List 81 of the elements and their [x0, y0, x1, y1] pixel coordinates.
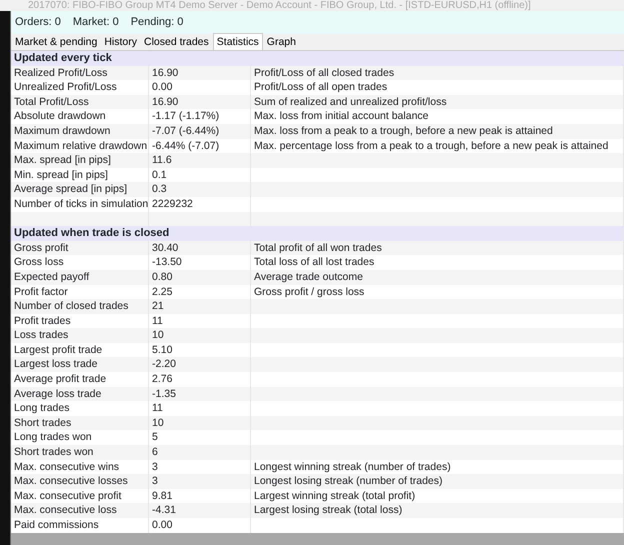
stat-description: Largest winning streak (total profit)	[254, 490, 416, 502]
stat-value: -1.17 (-1.17%)	[152, 110, 220, 122]
stat-description: Profit/Loss of all closed trades	[254, 66, 394, 79]
stat-label: Average profit trade	[14, 373, 106, 386]
stat-value: 5.10	[152, 344, 172, 356]
stat-value: 11.6	[152, 154, 172, 166]
background-window-title: 2017070: FIBO-FIBO Group MT4 Demo Server - Demo Account - FIBO Group, Ltd. - [ISTD-EURUSD,H1 (offline)]	[0, 0, 624, 11]
stat-value: 3	[152, 460, 158, 473]
tab[interactable]: Statistics	[212, 33, 263, 50]
stat-value: -6.44% (-7.07)	[152, 140, 220, 152]
stat-label: Total Profit/Loss	[14, 96, 89, 108]
stat-description: Longest winning streak (number of trades)	[254, 460, 451, 473]
stat-label: Absolute drawdown	[14, 110, 106, 122]
stat-description: Max. loss from initial account balance	[254, 110, 428, 122]
summary-count: Market: 0	[72, 15, 119, 30]
stat-label: Maximum relative drawdown	[14, 140, 148, 152]
stat-label: Expected payoff	[14, 270, 90, 283]
stat-label: Profit trades	[14, 314, 71, 327]
stat-value: -7.07 (-6.44%)	[152, 124, 220, 137]
stat-value: 2229232	[152, 198, 193, 210]
stat-value: 11	[152, 314, 163, 327]
stat-value: 11	[152, 402, 163, 414]
stat-label: Long trades won	[14, 431, 92, 444]
stat-label: Max. consecutive losses	[14, 475, 128, 488]
stat-description: Total loss of all lost trades	[254, 256, 374, 268]
stat-value: 0.80	[152, 270, 172, 283]
stat-description: Largest losing streak (total loss)	[254, 504, 402, 516]
stat-value: 30.40	[152, 242, 178, 254]
stat-label: Largest profit trade	[14, 344, 102, 356]
stat-value: 3	[152, 475, 158, 488]
stat-value: -4.31	[152, 504, 176, 516]
stat-label: Average spread [in pips]	[14, 183, 128, 196]
stat-label: Max. spread [in pips]	[14, 154, 111, 166]
stat-value: -1.35	[152, 388, 176, 400]
stat-label: Gross loss	[14, 256, 64, 268]
stat-label: Max. consecutive wins	[14, 460, 120, 473]
stat-value: 5	[152, 431, 158, 444]
stat-label: Unrealized Profit/Loss	[14, 81, 117, 94]
stat-value: 2.76	[152, 373, 172, 386]
stat-value: 6	[152, 446, 158, 458]
stat-description: Average trade outcome	[254, 270, 363, 283]
stat-description: Gross profit / gross loss	[254, 286, 364, 298]
stat-label: Profit factor	[14, 286, 68, 298]
stat-label: Gross profit	[14, 242, 68, 254]
stat-description: Total profit of all won trades	[254, 242, 382, 254]
stat-value: 0.1	[152, 168, 167, 181]
stat-value: -13.50	[152, 256, 182, 268]
stat-value: -2.20	[152, 358, 176, 370]
section-heading: Updated when trade is closed	[14, 227, 170, 240]
stat-label: Max. consecutive loss	[14, 504, 117, 516]
summary-count: Pending: 0	[130, 15, 184, 30]
stat-description: Max. percentage loss from a peak to a trough, before a new peak is attained	[254, 140, 608, 152]
stat-label: Long trades	[14, 402, 70, 414]
stat-label: Average loss trade	[14, 388, 102, 400]
stat-label: Paid commissions	[14, 519, 99, 531]
stat-value: 16.90	[152, 96, 178, 108]
summary-count: Orders: 0	[15, 15, 61, 30]
stat-label: Loss trades	[14, 329, 68, 342]
stat-label: Min. spread [in pips]	[14, 168, 108, 181]
stat-label: Realized Profit/Loss	[14, 66, 108, 79]
stat-description: Max. loss from a peak to a trough, before a new peak is attained	[254, 124, 553, 137]
stat-value: 10	[152, 416, 164, 429]
stat-value: 16.90	[152, 66, 178, 79]
stat-label: Max. consecutive profit	[14, 490, 122, 502]
stat-label: Maximum drawdown	[14, 124, 110, 137]
stat-label: Short trades won	[14, 446, 94, 458]
stat-value: 9.81	[152, 490, 172, 502]
stat-description: Longest losing streak (number of trades)	[254, 475, 443, 488]
stat-value: 10	[152, 329, 164, 342]
stat-description: Sum of realized and unrealized profit/loss	[254, 96, 447, 108]
stat-value: 2.25	[152, 286, 172, 298]
stat-value: 0.00	[152, 519, 172, 531]
stat-value: 21	[152, 300, 164, 312]
stat-label: Largest loss trade	[14, 358, 98, 370]
stat-label: Number of closed trades	[14, 300, 128, 312]
stat-value: 0.00	[152, 81, 172, 94]
stat-label: Number of ticks in simulation	[14, 198, 148, 210]
stat-value: 0.3	[152, 183, 167, 196]
section-heading: Updated every tick	[14, 52, 112, 64]
stat-description: Profit/Loss of all open trades	[254, 81, 388, 94]
stat-label: Short trades	[14, 416, 72, 429]
